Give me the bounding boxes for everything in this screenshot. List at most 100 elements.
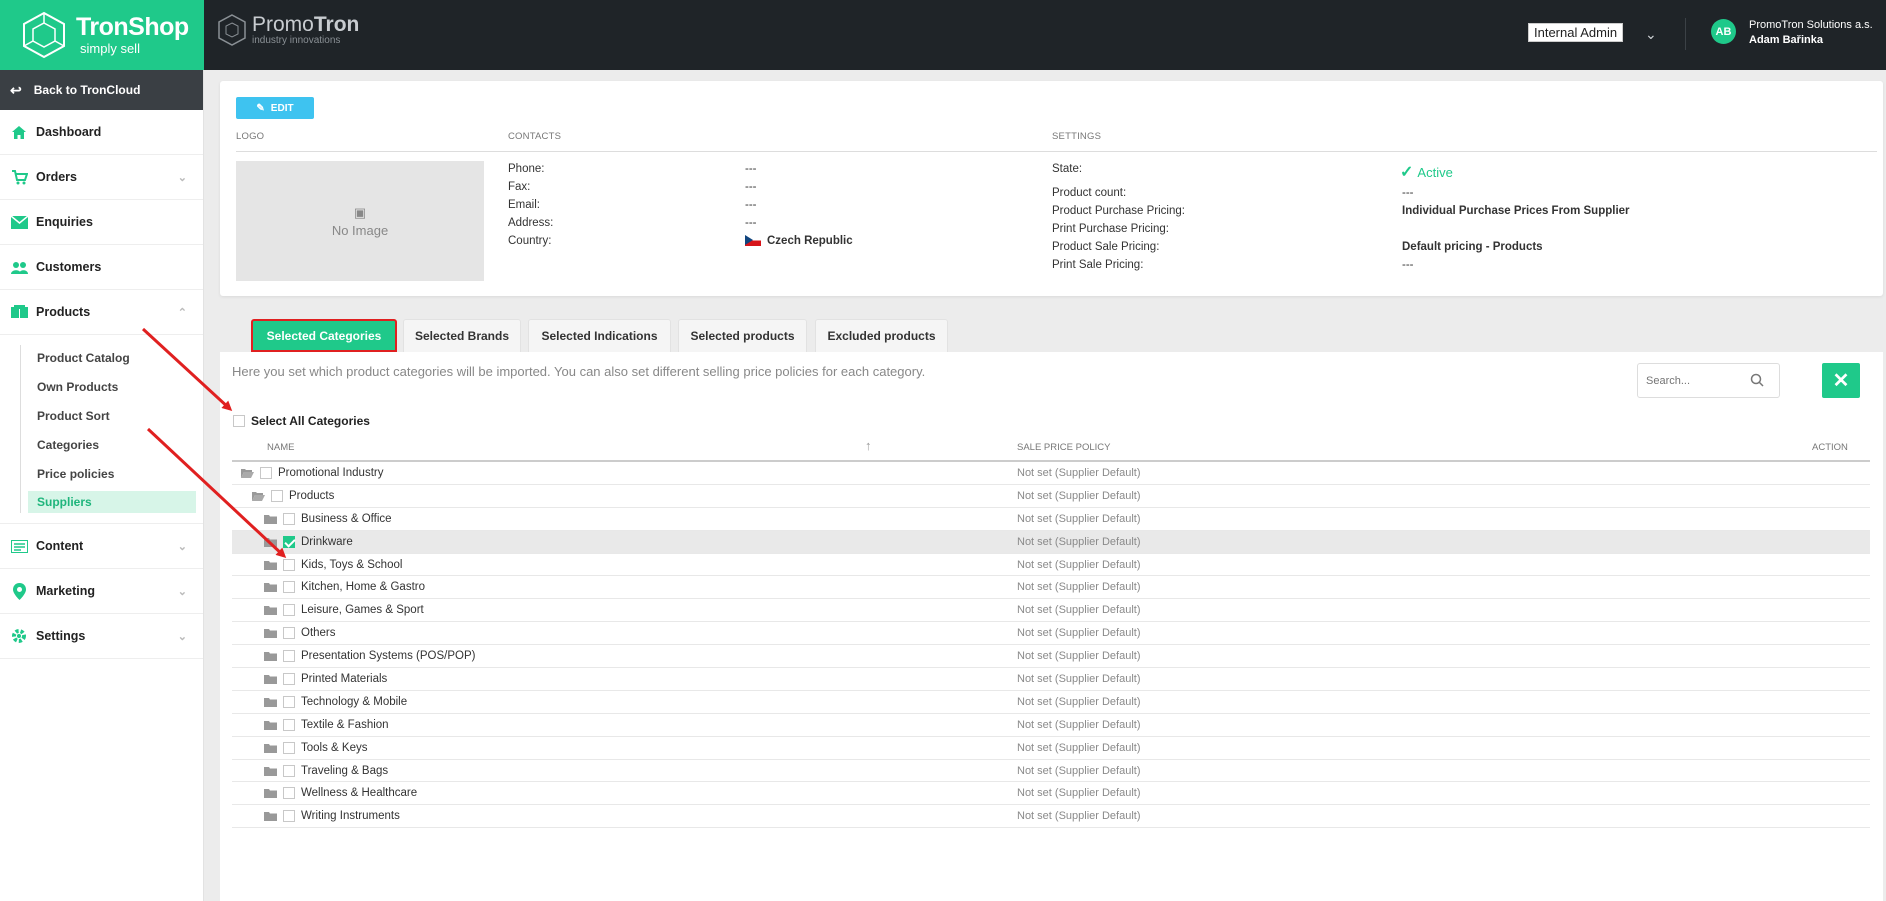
sale-price-policy[interactable]: Not set (Supplier Default) <box>1017 554 1141 576</box>
sale-price-policy[interactable]: Not set (Supplier Default) <box>1017 622 1141 644</box>
checkbox[interactable] <box>271 489 283 502</box>
sidebar-subitem-price-policies[interactable]: Price policies <box>0 459 203 488</box>
folder-icon[interactable] <box>264 788 277 799</box>
folder-icon[interactable] <box>264 628 277 639</box>
setting-value: Individual Purchase Prices From Supplier <box>1402 205 1630 217</box>
gear-icon <box>10 628 28 644</box>
tab-selected-categories[interactable]: Selected Categories <box>251 319 397 352</box>
back-to-troncloud-link[interactable]: ↩ Back to TronCloud <box>0 70 203 110</box>
folder-icon[interactable] <box>264 651 277 662</box>
sidebar: ↩ Back to TronCloud Dashboard Orders ⌄ E… <box>0 70 204 901</box>
sale-price-policy[interactable]: Not set (Supplier Default) <box>1017 668 1141 690</box>
select-all-checkbox[interactable]: Select All Categories <box>233 414 370 428</box>
tab-selected-indications[interactable]: Selected Indications <box>528 319 671 352</box>
folder-icon[interactable] <box>264 811 277 822</box>
folder-icon[interactable] <box>264 560 277 570</box>
category-name: Tools & Keys <box>301 741 368 754</box>
sale-price-policy[interactable]: Not set (Supplier Default) <box>1017 805 1141 827</box>
checkbox[interactable] <box>283 810 295 823</box>
tab-excluded-products[interactable]: Excluded products <box>815 319 948 352</box>
folder-icon[interactable] <box>264 514 277 524</box>
edit-button[interactable]: ✎ EDIT <box>236 97 314 119</box>
close-icon[interactable]: ✕ <box>1822 363 1860 398</box>
checkbox[interactable] <box>283 604 295 617</box>
checkbox[interactable] <box>283 673 295 686</box>
user-info[interactable]: PromoTron Solutions a.s. Adam Bařinka <box>1749 18 1873 48</box>
sidebar-subitem-suppliers[interactable]: Suppliers <box>28 491 196 513</box>
sale-price-policy[interactable]: Not set (Supplier Default) <box>1017 531 1141 553</box>
checkbox[interactable] <box>283 741 295 754</box>
role-select[interactable]: Internal Admin <box>1528 23 1624 42</box>
sidebar-item-orders[interactable]: Orders ⌄ <box>0 155 203 200</box>
sale-price-policy[interactable]: Not set (Supplier Default) <box>1017 462 1141 484</box>
pencil-icon: ✎ <box>256 102 265 114</box>
sale-price-policy[interactable]: Not set (Supplier Default) <box>1017 691 1141 713</box>
contact-value: --- <box>745 199 757 211</box>
sidebar-item-products[interactable]: Products ⌃ <box>0 290 203 335</box>
sidebar-item-settings[interactable]: Settings ⌄ <box>0 614 203 659</box>
sale-price-policy[interactable]: Not set (Supplier Default) <box>1017 782 1141 804</box>
checkbox[interactable] <box>283 627 295 640</box>
search-icon[interactable] <box>1750 373 1764 387</box>
sidebar-subitem-categories[interactable]: Categories <box>0 430 203 459</box>
avatar[interactable]: AB <box>1711 19 1736 44</box>
sale-price-policy[interactable]: Not set (Supplier Default) <box>1017 737 1141 759</box>
sidebar-item-enquiries[interactable]: Enquiries <box>0 200 203 245</box>
sale-price-policy[interactable]: Not set (Supplier Default) <box>1017 760 1141 782</box>
sidebar-item-content[interactable]: Content ⌄ <box>0 524 203 569</box>
partner-name-light: Promo <box>252 13 314 36</box>
folder-icon[interactable] <box>264 766 277 776</box>
checkbox[interactable] <box>283 695 295 708</box>
checkbox[interactable] <box>233 415 245 427</box>
chevron-down-icon: ⌄ <box>177 585 187 598</box>
checkbox[interactable] <box>283 787 295 800</box>
sidebar-item-label: Products <box>36 305 91 319</box>
folder-icon[interactable] <box>264 582 277 593</box>
table-row: Writing Instruments Not set (Supplier De… <box>232 805 1870 829</box>
sidebar-subitem-product-sort[interactable]: Product Sort <box>0 401 203 430</box>
country-value: Czech Republic <box>745 235 853 247</box>
checkbox[interactable] <box>283 558 295 571</box>
sale-price-policy[interactable]: Not set (Supplier Default) <box>1017 599 1141 621</box>
folder-icon[interactable] <box>264 720 277 730</box>
sale-price-policy[interactable]: Not set (Supplier Default) <box>1017 508 1141 530</box>
brand-logo[interactable]: TronShop simply sell <box>0 0 204 70</box>
checkbox[interactable] <box>283 764 295 777</box>
folder-icon[interactable] <box>264 537 277 547</box>
checkbox[interactable] <box>283 581 295 594</box>
cart-icon <box>10 169 28 185</box>
folder-open-icon[interactable] <box>241 468 254 478</box>
partner-name-bold: Tron <box>313 13 360 36</box>
checkbox[interactable] <box>260 467 272 479</box>
contact-value: --- <box>745 163 757 175</box>
checkbox[interactable] <box>283 718 295 731</box>
folder-icon[interactable] <box>264 674 277 685</box>
sale-price-policy[interactable]: Not set (Supplier Default) <box>1017 576 1141 598</box>
checkbox[interactable] <box>283 535 295 548</box>
logo-placeholder: ▣ No Image <box>236 161 484 281</box>
setting-value: --- <box>1402 259 1414 271</box>
folder-icon[interactable] <box>264 697 277 707</box>
checkbox[interactable] <box>283 512 295 525</box>
contact-label: Fax: <box>508 181 531 193</box>
folder-icon[interactable] <box>264 605 277 616</box>
table-row: Business & Office Not set (Supplier Defa… <box>232 508 1870 531</box>
col-name-header[interactable]: NAME <box>267 442 294 453</box>
folder-icon[interactable] <box>264 743 277 753</box>
sort-arrow-icon[interactable]: ↑ <box>865 438 872 453</box>
sidebar-item-dashboard[interactable]: Dashboard <box>0 110 203 155</box>
sidebar-subitem-own-products[interactable]: Own Products <box>0 372 203 401</box>
sale-price-policy[interactable]: Not set (Supplier Default) <box>1017 645 1141 667</box>
sidebar-item-marketing[interactable]: Marketing ⌄ <box>0 569 203 614</box>
chevron-down-icon[interactable]: ⌄ <box>1645 26 1657 43</box>
sidebar-item-customers[interactable]: Customers <box>0 245 203 290</box>
sale-price-policy[interactable]: Not set (Supplier Default) <box>1017 714 1141 736</box>
sidebar-subitem-product-catalog[interactable]: Product Catalog <box>0 343 203 372</box>
cube-logo-icon <box>23 11 65 59</box>
tab-selected-products[interactable]: Selected products <box>678 319 807 352</box>
checkmark-icon: ✓ <box>1400 164 1414 181</box>
checkbox[interactable] <box>283 650 295 663</box>
tab-selected-brands[interactable]: Selected Brands <box>403 319 521 352</box>
sale-price-policy[interactable]: Not set (Supplier Default) <box>1017 485 1141 507</box>
folder-open-icon[interactable] <box>252 491 265 501</box>
